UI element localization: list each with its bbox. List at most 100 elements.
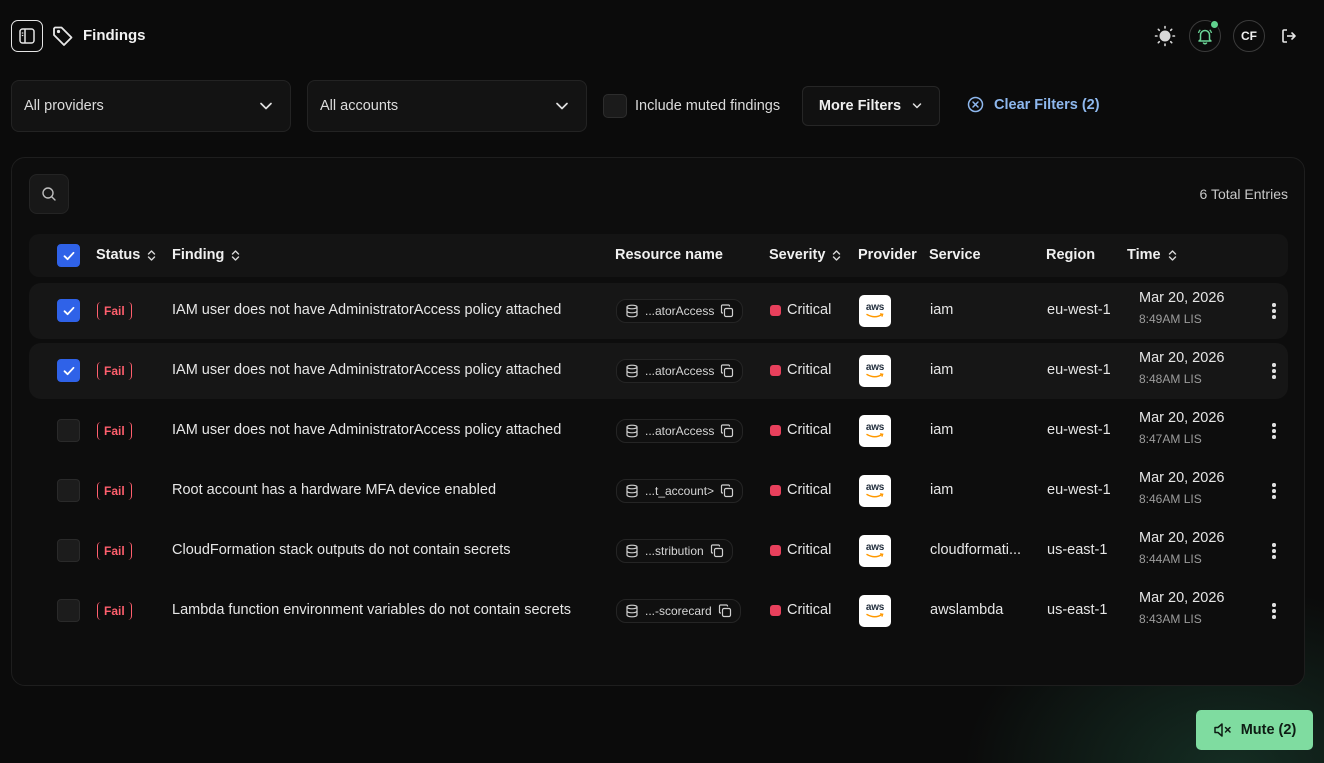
provider-label: aws <box>865 422 885 433</box>
severity-indicator <box>770 484 781 496</box>
table-row[interactable]: Fail CloudFormation stack outputs do not… <box>29 523 1288 579</box>
resource-name: ...stribution <box>645 544 704 558</box>
status-badge: Fail <box>97 422 132 440</box>
status-badge: Fail <box>97 482 132 500</box>
row-checkbox[interactable] <box>57 359 80 382</box>
resource-chip: ...atorAccess <box>616 299 744 323</box>
aws-smile-icon <box>866 553 884 558</box>
user-avatar[interactable]: CF <box>1233 20 1265 52</box>
column-severity[interactable]: Severity <box>769 247 841 263</box>
column-time-label: Time <box>1127 247 1161 263</box>
region: eu-west-1 <box>1047 362 1111 378</box>
kebab-dot <box>1272 609 1276 613</box>
aws-logo: aws <box>859 355 891 387</box>
copy-icon[interactable] <box>720 484 734 498</box>
finding-date: Mar 20, 2026 <box>1139 290 1225 306</box>
severity: Critical <box>770 602 831 618</box>
region: eu-west-1 <box>1047 302 1111 318</box>
include-muted-label: Include muted findings <box>635 98 781 114</box>
bell-icon <box>1197 29 1213 45</box>
clear-filters-button[interactable]: Clear Filters (2) <box>967 96 1100 113</box>
providers-select-value: All providers <box>24 98 104 114</box>
row-actions-button[interactable] <box>1267 600 1281 622</box>
kebab-dot <box>1272 489 1276 493</box>
kebab-dot <box>1272 315 1276 319</box>
row-checkbox[interactable] <box>57 479 80 502</box>
chevron-down-icon <box>260 102 272 110</box>
page-title: Findings <box>83 27 146 44</box>
copy-icon[interactable] <box>720 424 734 438</box>
providers-select[interactable]: All providers <box>11 80 291 132</box>
severity-indicator <box>770 304 781 316</box>
finding-title[interactable]: IAM user does not have AdministratorAcce… <box>172 362 561 378</box>
row-actions-button[interactable] <box>1267 480 1281 502</box>
select-all-checkbox[interactable] <box>57 244 80 267</box>
severity: Critical <box>770 542 831 558</box>
finding-title[interactable]: IAM user does not have AdministratorAcce… <box>172 422 561 438</box>
row-actions-button[interactable] <box>1267 540 1281 562</box>
theme-toggle-button[interactable] <box>1149 20 1181 52</box>
table-row[interactable]: Fail IAM user does not have Administrato… <box>29 343 1288 399</box>
sort-icon <box>232 249 240 261</box>
finding-time: 8:43AM LIS <box>1139 612 1202 626</box>
column-status[interactable]: Status <box>96 247 156 263</box>
kebab-dot <box>1272 549 1276 553</box>
provider-label: aws <box>865 362 885 373</box>
column-finding-label: Finding <box>172 247 225 263</box>
table-row[interactable]: Fail IAM user does not have Administrato… <box>29 283 1288 339</box>
sidebar-toggle-button[interactable] <box>11 20 43 52</box>
row-actions-button[interactable] <box>1267 420 1281 442</box>
finding-time: 8:47AM LIS <box>1139 432 1202 446</box>
table-row[interactable]: Fail IAM user does not have Administrato… <box>29 403 1288 459</box>
include-muted-checkbox[interactable] <box>603 94 627 118</box>
column-service: Service <box>929 247 981 263</box>
aws-logo: aws <box>859 415 891 447</box>
severity: Critical <box>770 302 831 318</box>
sidebar-toggle-icon <box>19 28 35 44</box>
resource-name: ...atorAccess <box>645 304 715 318</box>
finding-title[interactable]: CloudFormation stack outputs do not cont… <box>172 542 511 558</box>
service: iam <box>930 422 954 438</box>
accounts-select[interactable]: All accounts <box>307 80 587 132</box>
resource-chip: ...-scorecard <box>616 599 741 623</box>
column-time[interactable]: Time <box>1127 247 1177 263</box>
provider-label: aws <box>865 602 885 613</box>
service: awslambda <box>930 602 1004 618</box>
finding-date: Mar 20, 2026 <box>1139 590 1225 606</box>
finding-title[interactable]: IAM user does not have AdministratorAcce… <box>172 302 561 318</box>
row-checkbox[interactable] <box>57 419 80 442</box>
finding-title[interactable]: Lambda function environment variables do… <box>172 602 571 618</box>
notifications-button[interactable] <box>1189 20 1221 52</box>
row-checkbox[interactable] <box>57 539 80 562</box>
column-finding[interactable]: Finding <box>172 247 240 263</box>
top-bar: Findings CF <box>0 0 1324 72</box>
finding-title[interactable]: Root account has a hardware MFA device e… <box>172 482 496 498</box>
kebab-dot <box>1272 309 1276 313</box>
copy-icon[interactable] <box>710 544 724 558</box>
chevron-down-icon <box>556 102 568 110</box>
volume-mute-icon <box>1213 723 1231 737</box>
severity-indicator <box>770 544 781 556</box>
check-icon <box>63 251 74 260</box>
copy-icon[interactable] <box>718 604 732 618</box>
kebab-dot <box>1272 429 1276 433</box>
mute-button[interactable]: Mute (2) <box>1196 710 1313 750</box>
row-actions-button[interactable] <box>1267 360 1281 382</box>
check-icon <box>63 366 74 375</box>
row-checkbox[interactable] <box>57 299 80 322</box>
copy-icon[interactable] <box>720 364 734 378</box>
aws-smile-icon <box>866 373 884 378</box>
copy-icon[interactable] <box>720 304 734 318</box>
table-row[interactable]: Fail Root account has a hardware MFA dev… <box>29 463 1288 519</box>
row-actions-button[interactable] <box>1267 300 1281 322</box>
row-checkbox[interactable] <box>57 599 80 622</box>
logout-button[interactable] <box>1273 20 1305 52</box>
database-icon <box>626 604 638 618</box>
table-row[interactable]: Fail Lambda function environment variabl… <box>29 583 1288 639</box>
more-filters-label: More Filters <box>818 98 902 114</box>
check-icon <box>63 306 74 315</box>
search-button[interactable] <box>29 174 69 214</box>
more-filters-button[interactable]: More Filters <box>802 86 940 126</box>
resource-chip: ...atorAccess <box>616 419 744 443</box>
kebab-dot <box>1272 543 1276 547</box>
